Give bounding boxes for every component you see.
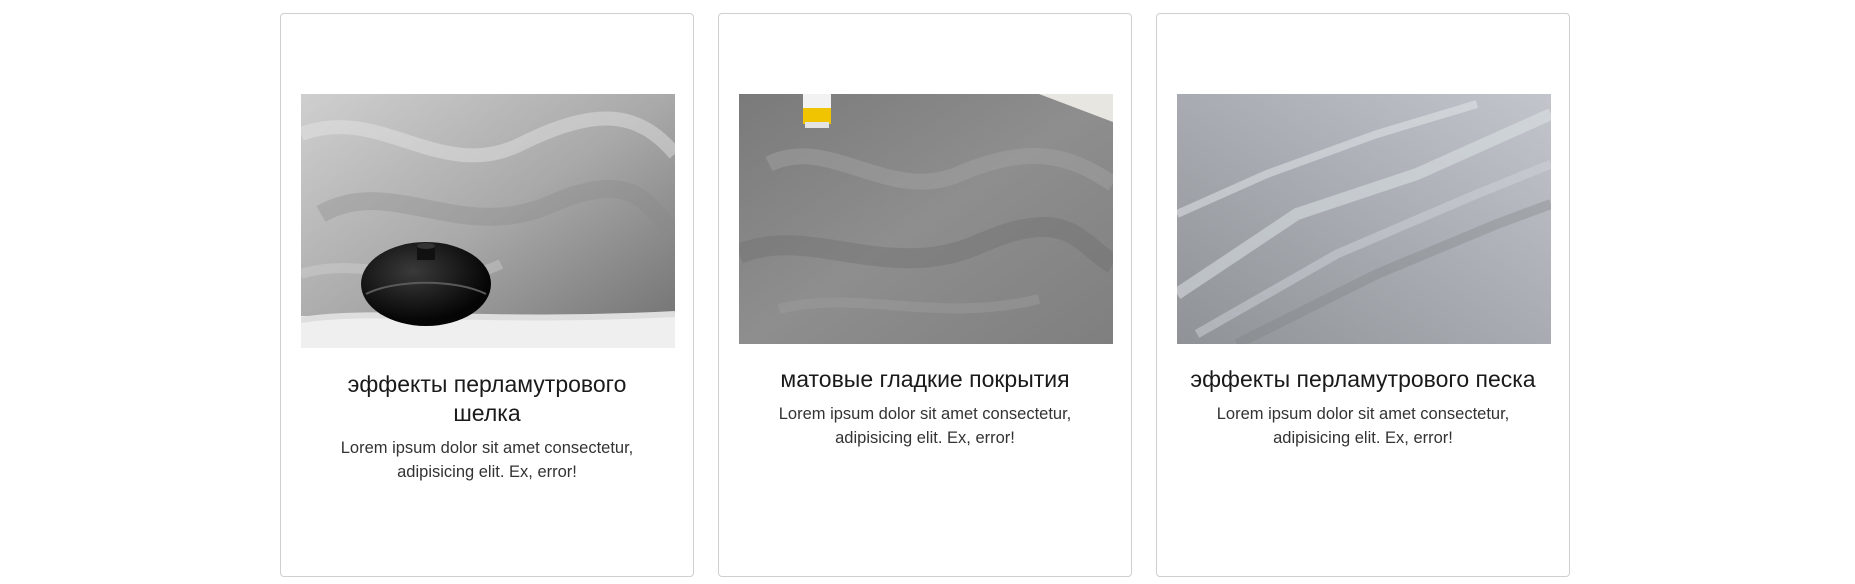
card-description: Lorem ipsum dolor sit amet consectetur, …	[778, 405, 1072, 447]
card-pearl-sand[interactable]: эффекты перламутрового песка Lorem ipsum…	[1156, 13, 1570, 577]
cards-row: эффекты перламутрового шелка Lorem ipsum…	[280, 13, 1570, 577]
matte-smooth-wall-image	[739, 94, 1113, 344]
card-body: эффекты перламутрового шелка Lorem ipsum…	[301, 370, 673, 484]
card-body: матовые гладкие покрытия Lorem ipsum dol…	[739, 365, 1111, 450]
card-pearl-silk[interactable]: эффекты перламутрового шелка Lorem ipsum…	[280, 13, 694, 577]
pearl-sand-wall-image	[1177, 94, 1551, 344]
pearl-silk-vase-image	[301, 94, 675, 348]
card-title: эффекты перламутрового шелка	[347, 371, 627, 426]
card-title: матовые гладкие покрытия	[780, 366, 1070, 392]
card-description: Lorem ipsum dolor sit amet consectetur, …	[340, 439, 634, 481]
card-title: эффекты перламутрового песка	[1190, 366, 1536, 392]
card-matte-smooth[interactable]: матовые гладкие покрытия Lorem ipsum dol…	[718, 13, 1132, 577]
card-body: эффекты перламутрового песка Lorem ipsum…	[1177, 365, 1549, 450]
card-description: Lorem ipsum dolor sit amet consectetur, …	[1216, 405, 1510, 447]
